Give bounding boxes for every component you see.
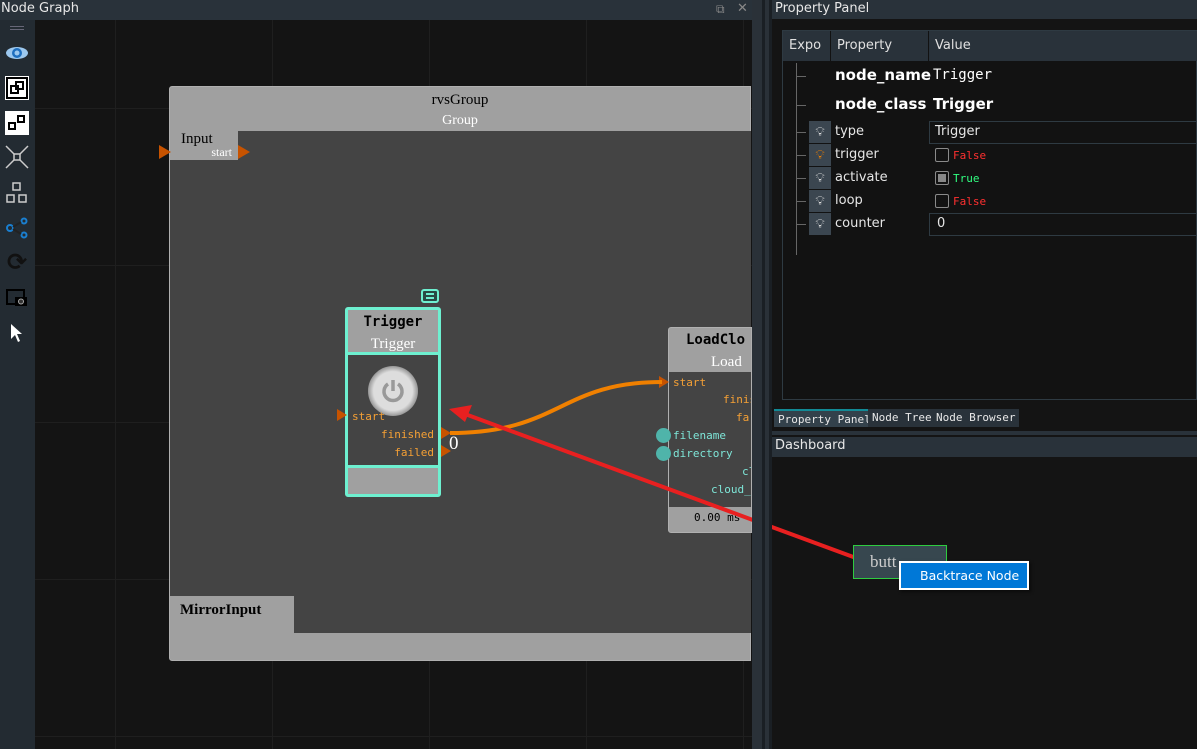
prop-name: activate <box>835 170 888 185</box>
prop-row-trigger[interactable]: 💡︎ trigger False <box>783 144 1196 167</box>
tab-node-tree[interactable]: Node Tree <box>868 409 936 427</box>
prop-row-node-name[interactable]: node_name Trigger <box>783 64 1196 90</box>
prop-name: counter <box>835 216 886 231</box>
prop-row-loop[interactable]: 💡︎ loop False <box>783 190 1196 213</box>
expose-bulb-icon[interactable]: 💡︎ <box>809 190 831 212</box>
menu-item-backtrace-node[interactable]: Backtrace Node <box>901 563 1027 588</box>
prop-row-node-class[interactable]: node_class Trigger <box>783 93 1196 119</box>
prop-row-type[interactable]: 💡︎ type Trigger <box>783 121 1197 144</box>
property-panel-titlebar: Property Panel <box>772 0 1197 19</box>
prop-name: node_class <box>835 95 927 113</box>
property-tree: Expo Property Value node_name Trigger no… <box>782 30 1197 400</box>
tab-property-panel[interactable]: Property Panel <box>774 409 875 427</box>
expose-bulb-icon[interactable]: 💡︎ <box>809 121 831 143</box>
prop-name: type <box>835 124 865 139</box>
prop-name: loop <box>835 193 863 208</box>
counter-field[interactable]: 0 <box>929 213 1197 236</box>
loop-checkbox[interactable] <box>935 194 949 208</box>
context-menu: Backtrace Node <box>899 561 1029 590</box>
prop-value: False <box>953 149 987 162</box>
prop-row-activate[interactable]: 💡︎ activate True <box>783 167 1196 190</box>
prop-value: False <box>953 195 987 208</box>
prop-name: trigger <box>835 147 879 162</box>
property-panel-title: Property Panel <box>775 1 870 16</box>
prop-row-counter[interactable]: 💡︎ counter 0 <box>783 213 1197 236</box>
splitter[interactable] <box>752 0 772 749</box>
prop-value: Trigger <box>933 95 994 113</box>
activate-checkbox[interactable] <box>935 171 949 185</box>
expose-bulb-icon[interactable]: 💡︎ <box>809 213 831 235</box>
prop-value: True <box>953 172 980 185</box>
type-field[interactable]: Trigger <box>929 121 1197 144</box>
col-value[interactable]: Value <box>929 31 1197 61</box>
trigger-checkbox[interactable] <box>935 148 949 162</box>
expose-bulb-icon-active[interactable]: 💡︎ <box>809 144 831 166</box>
col-expo[interactable]: Expo <box>783 31 830 61</box>
prop-value: Trigger <box>933 67 993 83</box>
col-property[interactable]: Property <box>831 31 928 61</box>
tab-node-browser[interactable]: Node Browser <box>932 409 1020 427</box>
link-finished-to-start[interactable] <box>449 380 663 435</box>
dock-splitter[interactable] <box>772 431 1197 435</box>
prop-name: node_name <box>835 66 931 84</box>
expose-bulb-icon[interactable]: 💡︎ <box>809 167 831 189</box>
dashboard-title: Dashboard <box>775 438 846 453</box>
dashboard-titlebar: Dashboard <box>772 437 1197 457</box>
